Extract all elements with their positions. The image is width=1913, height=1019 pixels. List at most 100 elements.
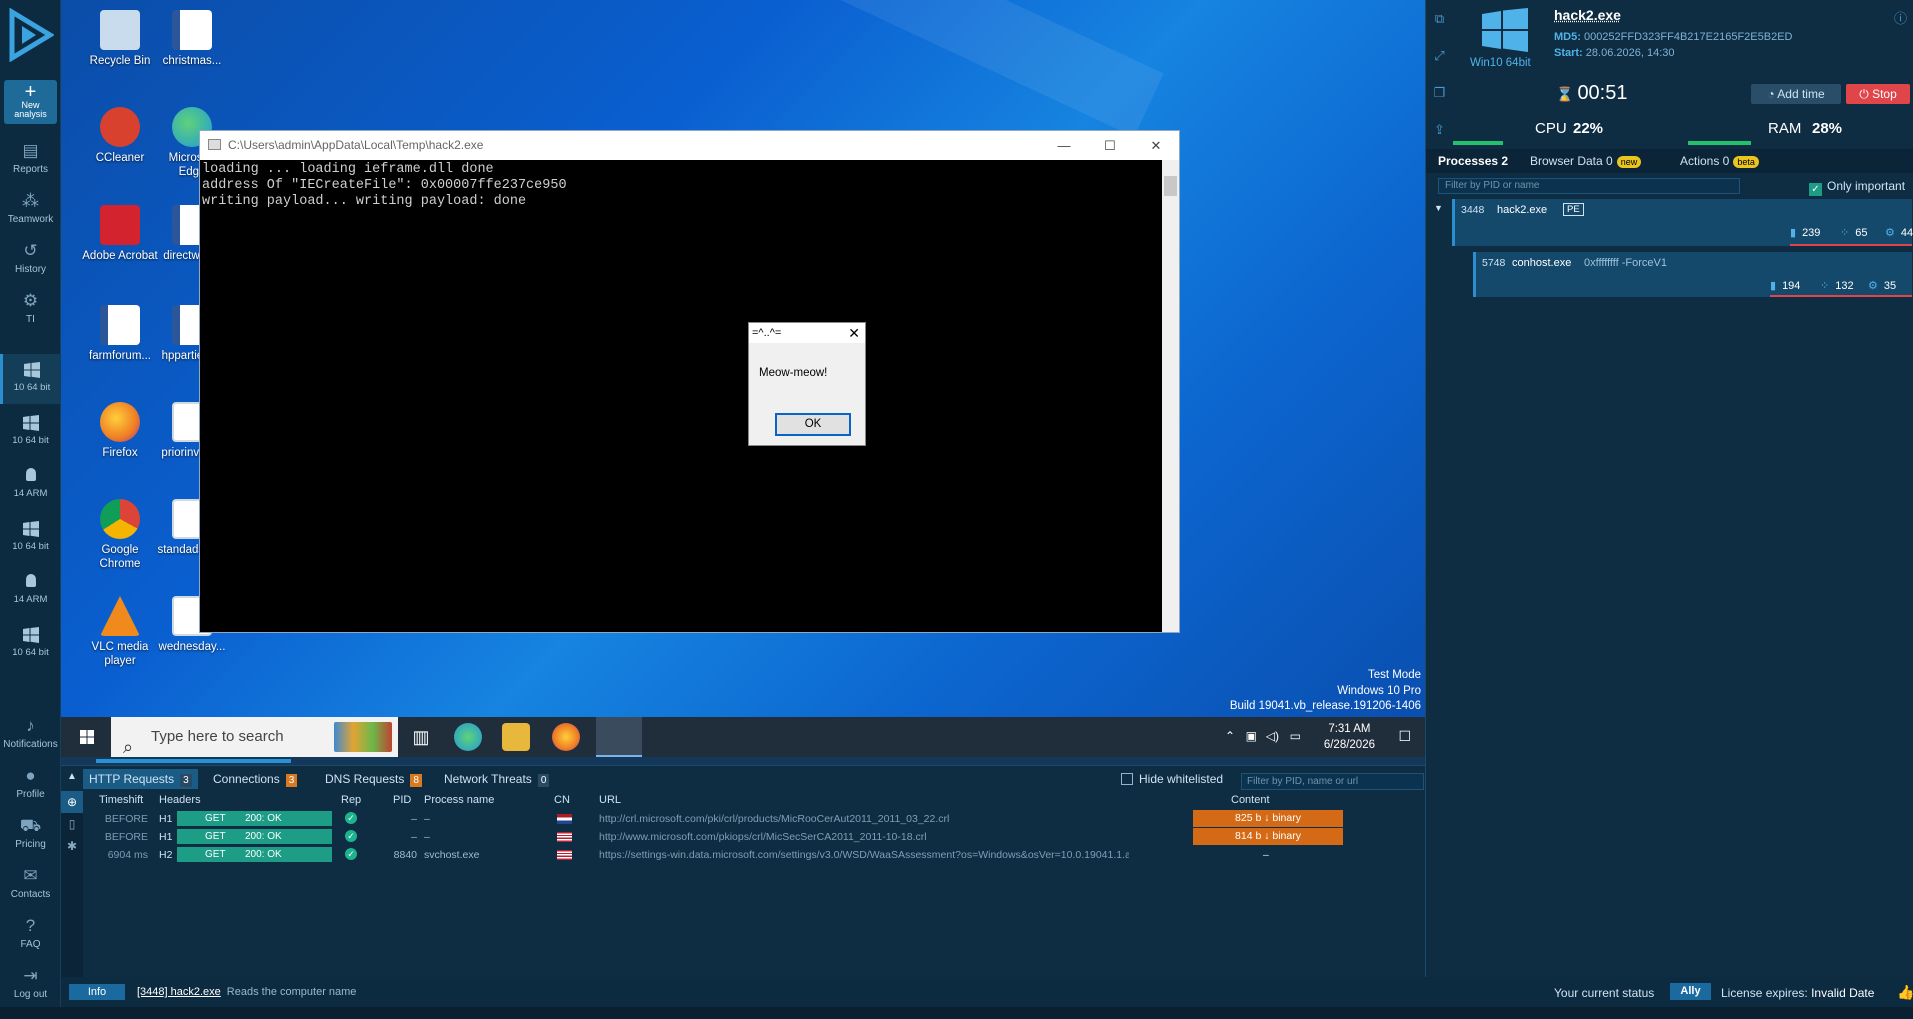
desktop-icon-vlc[interactable]: VLC media player (82, 596, 158, 668)
rail-item-notifications[interactable]: ♪ Notifications (0, 716, 61, 750)
content-binary-badge[interactable]: 825 b ↓ binary (1193, 810, 1343, 827)
desktop-icon-chrome[interactable]: Google Chrome (82, 499, 158, 571)
column-header[interactable]: Content (1231, 794, 1270, 806)
process-row-conhost[interactable]: 5748 conhost.exe 0xffffffff -ForceV1 ▮ 19… (1473, 252, 1912, 297)
rail-os-tab-1[interactable]: 10 64 bit (0, 354, 61, 404)
tab-processes[interactable]: Processes 2 (1438, 154, 1508, 168)
rail-os-tab-3[interactable]: 14 ARM (0, 460, 61, 510)
cell-url[interactable]: https://settings-win.data.microsoft.com/… (599, 849, 1129, 861)
upload-icon[interactable]: ⇪ (1426, 111, 1453, 148)
tab-label: DNS Requests (325, 772, 404, 786)
expand-chevron-icon[interactable]: ▼ (1434, 203, 1443, 213)
start-button[interactable] (67, 717, 107, 757)
tab-actions[interactable]: Actions 0 beta (1680, 154, 1759, 168)
new-analysis-button[interactable]: + New analysis (4, 80, 57, 124)
document-icon[interactable]: ▯ (61, 813, 83, 835)
rail-os-tab-4[interactable]: 10 64 bit (0, 513, 61, 563)
rail-item-ti[interactable]: ⚙ TI (0, 291, 61, 325)
rail-os-tab-6[interactable]: 10 64 bit (0, 619, 61, 669)
anyrun-logo[interactable] (8, 8, 54, 62)
notification-center-icon[interactable]: ☐ (1398, 728, 1411, 745)
cell-url[interactable]: http://crl.microsoft.com/pki/crl/product… (599, 813, 1129, 825)
taskbar-search[interactable]: ⌕ Type here to search (111, 717, 398, 757)
add-time-button[interactable]: ◔ Add time (1751, 84, 1841, 104)
rail-item-contacts[interactable]: ✉ Contacts (0, 866, 61, 900)
console-titlebar[interactable]: C:\Users\admin\AppData\Local\Temp\hack2.… (200, 131, 1179, 160)
only-important-toggle[interactable]: ✓ Only important (1809, 179, 1905, 196)
info-button[interactable]: Info (69, 984, 125, 1000)
vm-progress (96, 759, 291, 763)
column-header[interactable]: URL (599, 794, 621, 806)
desktop-icon-recycle-bin[interactable]: Recycle Bin (82, 10, 158, 68)
task-view-icon[interactable]: ▥ (407, 723, 435, 751)
tray-chevron-icon[interactable]: ⌃ (1225, 729, 1235, 743)
network-icon[interactable]: ▭ (1290, 729, 1301, 743)
table-row[interactable]: BEFORE H1 GET 200: OK ✓ – – http://www.mi… (83, 828, 1425, 846)
taskbar-clock[interactable]: 7:31 AM 6/28/2026 (1324, 721, 1375, 753)
cell-url[interactable]: http://www.microsoft.com/pkiops/crl/MicS… (599, 831, 1129, 843)
fullscreen-icon[interactable]: ⤢ (1426, 37, 1453, 74)
file-explorer-icon[interactable] (502, 723, 530, 751)
column-header[interactable]: Process name (424, 794, 494, 806)
column-header[interactable]: Headers (159, 794, 201, 806)
console-taskbar-icon[interactable] (596, 717, 642, 757)
tab-browser-data[interactable]: Browser Data 0 new (1530, 154, 1641, 168)
maximize-button[interactable]: ☐ (1087, 131, 1133, 160)
desktop-icon-firefox[interactable]: Firefox (82, 402, 158, 460)
open-external-icon[interactable]: ⧉ (1426, 0, 1453, 37)
desktop-icon-ccleaner[interactable]: CCleaner (82, 107, 158, 165)
hide-whitelisted-toggle[interactable]: Hide whitelisted (1121, 772, 1223, 786)
desktop-icon-acrobat[interactable]: Adobe Acrobat (82, 205, 158, 263)
info-icon[interactable]: ⓘ (1894, 8, 1907, 27)
minimize-button[interactable]: — (1041, 131, 1087, 160)
console-window[interactable]: C:\Users\admin\AppData\Local\Temp\hack2.… (199, 130, 1180, 633)
bug-icon[interactable]: ✱ (61, 835, 83, 857)
task-filename[interactable]: hack2.exe (1554, 7, 1621, 23)
column-header[interactable]: CN (554, 794, 570, 806)
thumbs-up-icon[interactable]: 👍 (1897, 984, 1913, 1001)
scrollbar-thumb[interactable] (1164, 176, 1177, 196)
vm-desktop[interactable]: Recycle Bin christmas... CCleaner Micros… (61, 0, 1425, 717)
column-header[interactable]: Rep (341, 794, 361, 806)
column-header[interactable]: PID (393, 794, 411, 806)
rail-os-tab-5[interactable]: 14 ARM (0, 566, 61, 616)
last-event[interactable]: [3448] hack2.exe Reads the computer name (137, 986, 356, 998)
table-row[interactable]: 6904 ms H2 GET 200: OK ✓ 8840 svchost.exe… (83, 846, 1425, 864)
process-filter-input[interactable]: Filter by PID or name (1438, 178, 1740, 194)
copy-icon[interactable]: ❐ (1426, 74, 1453, 111)
firefox-taskbar-icon[interactable] (552, 723, 580, 751)
console-scrollbar[interactable] (1162, 160, 1179, 632)
stop-button[interactable]: ⏻ Stop (1846, 84, 1910, 104)
network-filter-input[interactable]: Filter by PID, name or url (1241, 773, 1424, 790)
tray-device-icon[interactable]: ▣ (1246, 729, 1257, 743)
content-binary-badge[interactable]: 814 b ↓ binary (1193, 828, 1343, 845)
close-button[interactable]: ✕ (1133, 131, 1179, 160)
desktop-icon-farmforum[interactable]: farmforum... (82, 305, 158, 363)
desktop-icon-christmas[interactable]: christmas... (154, 10, 230, 68)
network-icon: ⚙ (1885, 227, 1895, 239)
ok-button[interactable]: OK (775, 413, 851, 436)
rail-item-reports[interactable]: ▤ Reports (0, 141, 61, 175)
process-row-hack2[interactable]: 3448 hack2.exe PE ▮ 239 ⁘ 65 ⚙ 44 (1452, 199, 1912, 246)
tab-connections[interactable]: Connections 3 (207, 769, 303, 789)
tab-network-threats[interactable]: Network Threats 0 (438, 769, 555, 789)
rail-item-logout[interactable]: ⇥ Log out (0, 966, 61, 1000)
table-row[interactable]: BEFORE H1 GET 200: OK ✓ – – http://crl.mi… (83, 810, 1425, 828)
desktop-icon-label: Firefox (102, 447, 137, 459)
rail-item-pricing[interactable]: ⛟ Pricing (0, 816, 61, 850)
volume-icon[interactable]: ◁) (1266, 729, 1279, 743)
rail-os-tab-2[interactable]: 10 64 bit (0, 407, 61, 457)
column-header[interactable]: Timeshift (99, 794, 143, 806)
message-box-close-icon[interactable]: ✕ (848, 325, 860, 342)
tab-dns-requests[interactable]: DNS Requests 8 (319, 769, 428, 789)
rail-item-faq[interactable]: ? FAQ (0, 916, 61, 950)
edge-taskbar-icon[interactable] (454, 723, 482, 751)
md5-value[interactable]: 000252FFD323FF4B217E2165F2E5B2ED (1584, 31, 1793, 43)
tab-http-requests[interactable]: HTTP Requests 3 (83, 769, 198, 789)
rail-item-history[interactable]: ↺ History (0, 241, 61, 275)
rail-item-profile[interactable]: ● Profile (0, 766, 61, 800)
collapse-chevron-icon[interactable]: ▲ (67, 771, 77, 782)
rail-item-teamwork[interactable]: ⁂ Teamwork (0, 191, 61, 225)
globe-icon[interactable]: ⊕ (61, 791, 83, 813)
message-box[interactable]: =^..^= ✕ Meow-meow! OK (748, 322, 866, 446)
